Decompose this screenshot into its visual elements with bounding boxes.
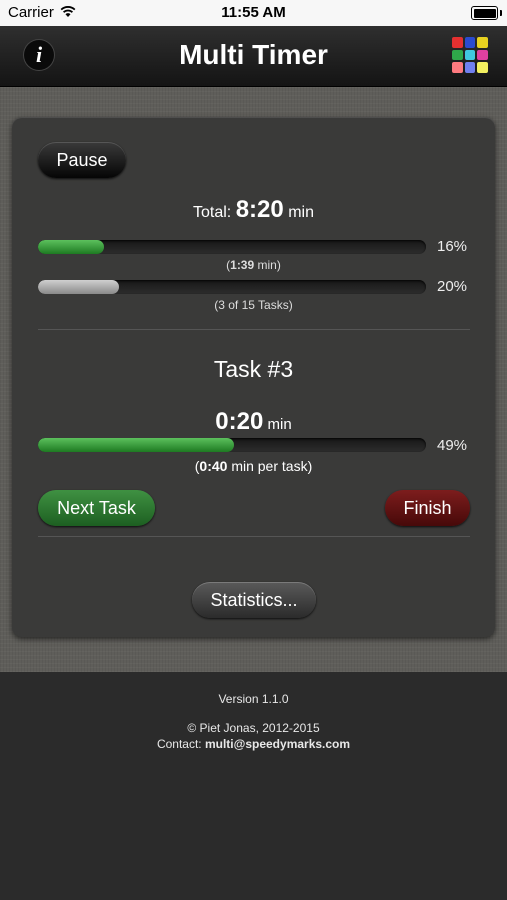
total-prefix: Total: [193,204,232,221]
battery-icon [471,6,502,20]
color-grid-icon[interactable] [452,37,488,73]
color-swatch [477,62,488,73]
task-per-value: 0:40 [199,458,228,474]
task-count-percent: 20% [437,278,468,295]
task-per-label: (0:40 min per task) [0,458,507,474]
statistics-button[interactable]: Statistics... [192,582,316,618]
copyright-label: © Piet Jonas, 2012-2015 [187,721,320,735]
color-swatch [477,49,488,61]
task-progress-bar [38,438,426,452]
task-time: 0:20 min [12,408,495,436]
elapsed-close: min) [254,258,281,272]
pause-button[interactable]: Pause [38,142,126,178]
nav-bar: i Multi Timer [0,26,507,87]
color-swatch [464,37,476,48]
task-percent: 49% [437,437,468,454]
task-count-progress-bar [38,280,426,294]
version-label: Version 1.1.0 [218,692,289,706]
elapsed-time-label: (1:39 min) [0,258,507,272]
task-title: Task #3 [213,356,294,382]
total-time-progress-fill [38,240,104,254]
finish-button[interactable]: Finish [385,490,470,526]
total-time-percent: 16% [437,238,468,255]
color-swatch [452,49,463,61]
task-count-label: (3 of 15 Tasks) [214,298,293,312]
task-time-unit: min [267,416,292,433]
color-swatch [464,62,476,73]
task-progress-fill [38,438,234,452]
divider [38,536,470,537]
task-count-progress-fill [38,280,120,294]
elapsed-value: 1:39 [230,258,255,272]
color-swatch [477,37,488,48]
divider [38,329,470,330]
total-unit: min [288,204,314,221]
next-task-button[interactable]: Next Task [38,490,155,526]
status-time: 11:55 AM [221,4,286,21]
task-time-value: 0:20 [215,408,264,435]
color-swatch [452,37,463,48]
status-bar: Carrier 11:55 AM [0,0,507,26]
contact-email-link[interactable]: multi@speedymarks.com [205,737,350,751]
contact-prefix: Contact: [156,737,205,751]
task-per-close: min per task) [227,458,313,474]
app-title: Multi Timer [179,39,328,70]
total-time-progress-bar [38,240,426,254]
color-swatch [464,49,476,61]
total-value: 8:20 [235,196,284,223]
total-time: Total: 8:20 min [12,196,495,224]
contact-label: Contact: multi@speedymarks.com [0,737,507,751]
color-swatch [452,62,463,73]
